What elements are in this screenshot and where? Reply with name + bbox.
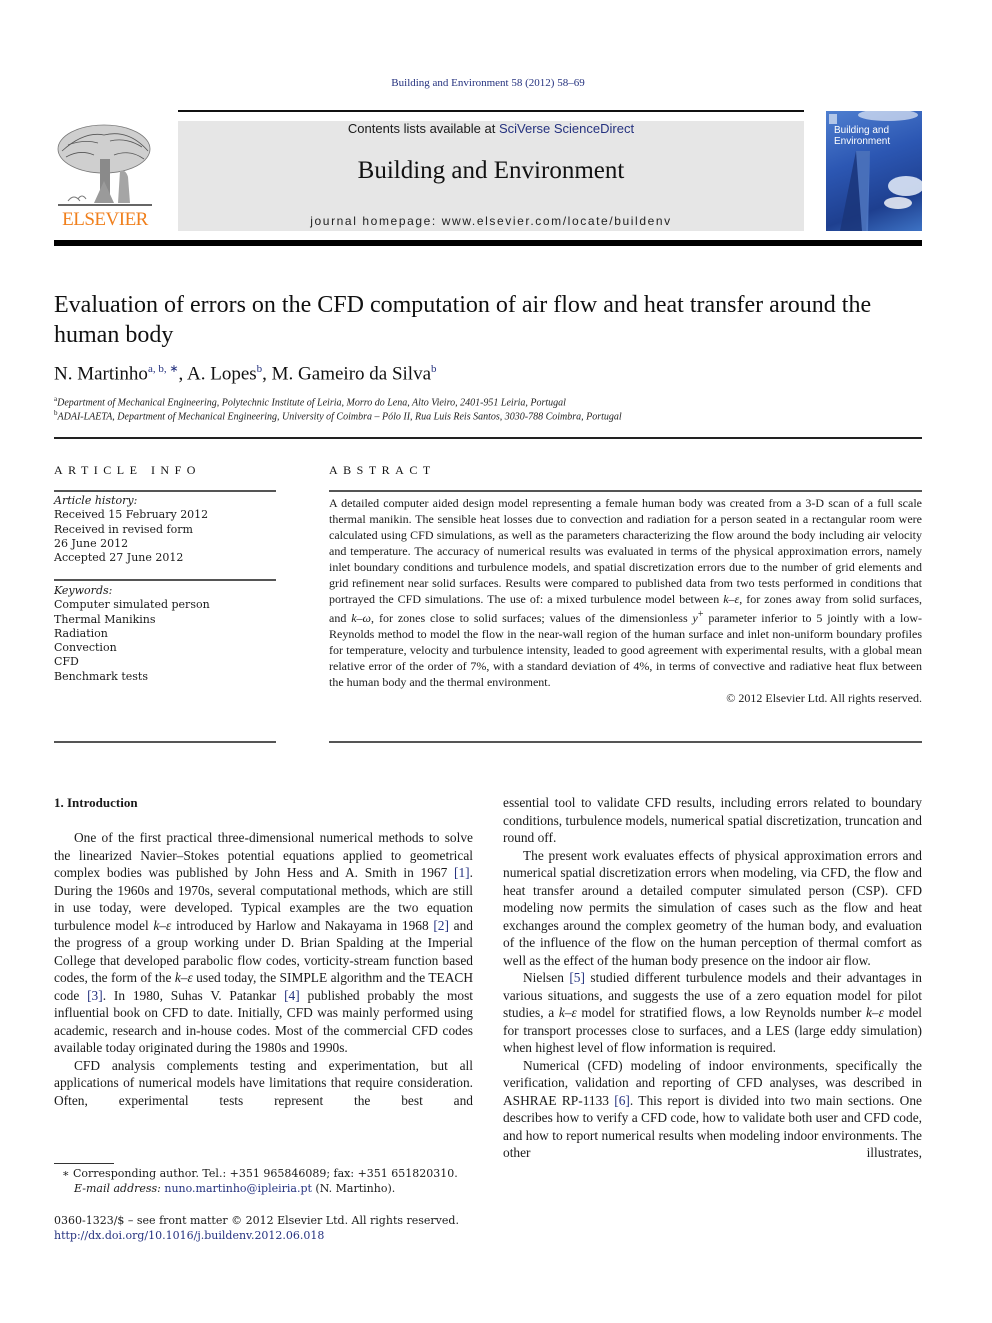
keywords-list: Keywords: Computer simulated person Ther… (54, 584, 276, 684)
abstract-heading: ABSTRACT (329, 463, 436, 477)
keyword-item[interactable]: Radiation (54, 627, 276, 641)
right-column-text: essential tool to validate CFD results, … (503, 794, 922, 1162)
keyword-item[interactable]: Computer simulated person (54, 598, 276, 612)
article-history: Article history: Received 15 February 20… (54, 494, 276, 565)
citation-link[interactable]: [5] (569, 970, 585, 985)
keyword-item[interactable]: CFD (54, 655, 276, 669)
abstract-rule (329, 490, 922, 492)
email-link[interactable]: nuno.martinho@ipleiria.pt (164, 1182, 312, 1195)
elsevier-logo[interactable]: ELSEVIER (54, 121, 156, 231)
keyword-item[interactable]: Convection (54, 641, 276, 655)
author-affiliation-mark[interactable]: a, b, ∗ (148, 363, 179, 375)
keywords-rule (54, 579, 276, 581)
intro-paragraph-2-end: essential tool to validate CFD results, … (503, 795, 922, 845)
citation-link[interactable]: [4] (284, 988, 300, 1003)
journal-header-box: Contents lists available at SciVerse Sci… (178, 121, 804, 231)
abstract-text: A detailed computer aided design model r… (329, 496, 922, 689)
keywords-label: Keywords: (54, 584, 113, 597)
affiliation-b: bADAI-LAETA, Department of Mechanical En… (54, 409, 622, 423)
author-list: N. Martinhoa, b, ∗, A. Lopesb, M. Gameir… (54, 363, 437, 385)
elsevier-wordmark: ELSEVIER (62, 209, 148, 230)
citation-link[interactable]: [1] (454, 865, 470, 880)
abstract-copyright: © 2012 Elsevier Ltd. All rights reserved… (726, 691, 922, 705)
intro-paragraph-1: One of the first practical three-dimensi… (54, 830, 473, 1055)
author-affiliation-mark[interactable]: b (257, 363, 263, 375)
journal-cover-image[interactable]: Building and Environment (826, 111, 922, 231)
section-rule (54, 437, 922, 439)
citation-link[interactable]: [2] (433, 918, 449, 933)
contents-prefix: Contents lists available at (347, 121, 499, 136)
elsevier-tree-icon (57, 124, 152, 206)
abstract-bottom-rule (329, 741, 922, 743)
article-info-rule (54, 490, 276, 492)
article-title: Evaluation of errors on the CFD computat… (54, 292, 872, 348)
citation-link[interactable]: [6] (614, 1093, 630, 1108)
front-matter: 0360-1323/$ – see front matter © 2012 El… (54, 1213, 484, 1243)
sciencedirect-link[interactable]: SciVerse ScienceDirect (499, 121, 634, 136)
abstract-body: A detailed computer aided design model r… (329, 495, 922, 706)
introduction-heading: 1. Introduction (54, 795, 138, 810)
author-name[interactable]: M. Gameiro da Silva (272, 363, 431, 384)
article-history-label: Article history: (54, 494, 138, 507)
journal-title: Building and Environment (357, 157, 625, 184)
doi-link[interactable]: http://dx.doi.org/10.1016/j.buildenv.201… (54, 1229, 324, 1242)
author-name[interactable]: A. Lopes (187, 363, 257, 384)
intro-paragraph-2-start: CFD analysis complements testing and exp… (54, 1057, 473, 1108)
left-column-text: One of the first practical three-dimensi… (54, 829, 473, 1109)
keyword-item[interactable]: Benchmark tests (54, 670, 276, 684)
intro-paragraph-5: Numerical (CFD) modeling of indoor envir… (503, 1057, 922, 1161)
article-info-bottom-rule (54, 741, 276, 743)
author-affiliation-mark[interactable]: b (431, 363, 437, 375)
affiliation-a: aDepartment of Mechanical Engineering, P… (54, 395, 566, 409)
issn-line: 0360-1323/$ – see front matter © 2012 El… (54, 1214, 459, 1227)
cover-title: Building and Environment (834, 125, 891, 147)
header-bottom-rule (54, 240, 922, 246)
intro-paragraph-3: The present work evaluates effects of ph… (503, 847, 922, 968)
journal-reference-link[interactable]: Building and Environment 58 (2012) 58–69 (0, 77, 976, 89)
journal-homepage[interactable]: journal homepage: www.elsevier.com/locat… (178, 214, 804, 228)
corresponding-author-footnote: ∗ Corresponding author. Tel.: +351 96584… (62, 1167, 458, 1195)
history-item: Accepted 27 June 2012 (54, 551, 184, 565)
citation-link[interactable]: [3] (87, 988, 103, 1003)
keyword-item[interactable]: Thermal Manikins (54, 613, 276, 627)
author-name[interactable]: N. Martinho (54, 363, 148, 384)
header-top-rule (178, 110, 804, 112)
history-item: Received 15 February 2012 (54, 508, 209, 522)
footnote-rule (54, 1163, 114, 1164)
article-info-heading: ARTICLE INFO (54, 463, 201, 477)
history-item: Received in revised form (54, 522, 193, 536)
intro-paragraph-4: Nielsen [5] studied different turbulence… (503, 970, 923, 1055)
contents-line: Contents lists available at SciVerse Sci… (178, 121, 804, 136)
history-item: 26 June 2012 (54, 536, 129, 550)
